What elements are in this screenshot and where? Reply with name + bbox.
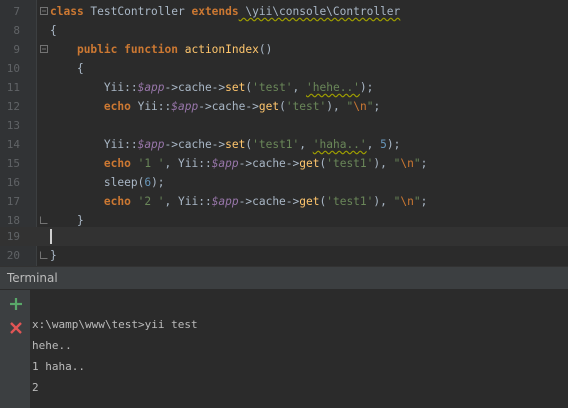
close-icon[interactable] xyxy=(8,320,24,336)
code-line-14[interactable]: 14 Yii::$app->cache->set('test1', 'haha.… xyxy=(0,135,568,154)
line-number: 12 xyxy=(6,100,20,113)
fold-close-icon[interactable] xyxy=(40,251,48,259)
code-line-16[interactable]: 16 sleep(6); xyxy=(0,173,568,192)
terminal-header[interactable]: Terminal xyxy=(0,266,568,290)
text-cursor xyxy=(50,229,52,244)
line-number: 7 xyxy=(13,5,20,18)
line-number: 11 xyxy=(6,81,20,94)
code-line-19[interactable]: 19 xyxy=(0,227,568,246)
code-text: { xyxy=(50,24,57,37)
code-line-10[interactable]: 10 { xyxy=(0,59,568,78)
code-line-7[interactable]: 7 class TestController extends \yii\cons… xyxy=(0,2,568,21)
code-line-15[interactable]: 15 echo '1 ', Yii::$app->cache->get('tes… xyxy=(0,154,568,173)
plus-icon[interactable] xyxy=(8,296,24,312)
code-text: echo Yii::$app->cache->get('test'), "\n"… xyxy=(103,100,381,113)
code-editor[interactable]: 7 class TestController extends \yii\cons… xyxy=(0,0,568,266)
code-text: sleep(6); xyxy=(103,176,165,189)
fold-close-icon[interactable] xyxy=(40,216,48,224)
code-line-13[interactable]: 13 xyxy=(0,116,568,135)
code-text: Yii::$app->cache->set('test', 'hehe..'); xyxy=(103,81,374,94)
code-text: class TestController extends \yii\consol… xyxy=(50,5,401,18)
code-line-9[interactable]: 9 public function actionIndex() xyxy=(0,40,568,59)
line-number: 15 xyxy=(6,157,20,170)
terminal-output[interactable]: x:\wamp\www\test>yii test hehe.. 1 haha.… xyxy=(30,290,568,408)
terminal-line: 2 xyxy=(32,381,39,394)
terminal-line: 1 haha.. xyxy=(32,360,85,373)
code-text: Yii::$app->cache->set('test1', 'haha..',… xyxy=(103,138,401,151)
line-number: 19 xyxy=(6,230,20,243)
line-number: 8 xyxy=(13,24,20,37)
code-line-20[interactable]: 20 } xyxy=(0,246,568,265)
code-line-12[interactable]: 12 echo Yii::$app->cache->get('test'), "… xyxy=(0,97,568,116)
terminal-title: Terminal xyxy=(7,271,58,285)
code-line-11[interactable]: 11 Yii::$app->cache->set('test', 'hehe..… xyxy=(0,78,568,97)
code-line-8[interactable]: 8 { xyxy=(0,21,568,40)
line-number: 17 xyxy=(6,195,20,208)
terminal-toolbar xyxy=(0,290,30,408)
code-line-17[interactable]: 17 echo '2 ', Yii::$app->cache->get('tes… xyxy=(0,192,568,211)
code-text: } xyxy=(50,249,57,262)
line-number: 16 xyxy=(6,176,20,189)
code-text: echo '2 ', Yii::$app->cache->get('test1'… xyxy=(103,195,428,208)
line-number: 14 xyxy=(6,138,20,151)
fold-open-icon[interactable] xyxy=(40,7,48,15)
code-text: public function actionIndex() xyxy=(76,43,273,56)
terminal-line: hehe.. xyxy=(32,339,72,352)
line-number: 10 xyxy=(6,62,20,75)
line-number: 13 xyxy=(6,119,20,132)
code-text: echo '1 ', Yii::$app->cache->get('test1'… xyxy=(103,157,428,170)
terminal-line: x:\wamp\www\test>yii test xyxy=(32,318,198,331)
fold-open-icon[interactable] xyxy=(40,45,48,53)
line-number: 20 xyxy=(6,249,20,262)
code-text: { xyxy=(76,62,84,75)
line-number: 9 xyxy=(13,43,20,56)
